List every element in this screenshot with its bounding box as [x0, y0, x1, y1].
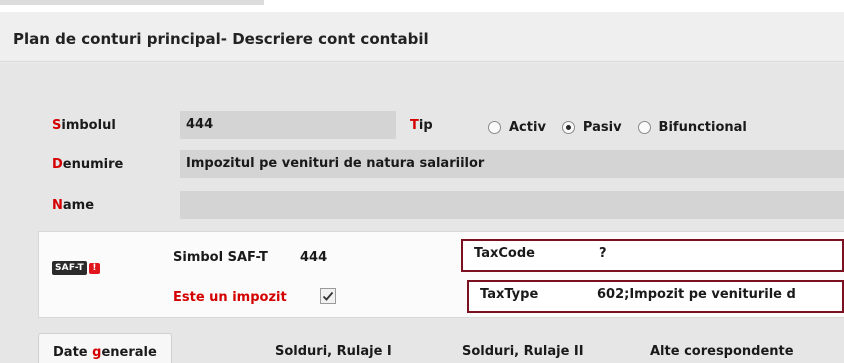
- tab-date-generale-post: enerale: [101, 345, 157, 360]
- taxtype-label: TaxType: [480, 287, 539, 302]
- este-impozit-checkbox[interactable]: [320, 288, 336, 304]
- name-label: Name: [52, 198, 94, 213]
- simbolul-label-rest: imbolul: [61, 118, 116, 133]
- taxcode-value: ?: [599, 246, 607, 261]
- name-label-rest: ame: [62, 198, 95, 213]
- tab-solduri-rulaje-1[interactable]: Solduri, Rulaje I: [275, 333, 392, 363]
- tab-solduri-rulaje-1-label: Solduri, Rulaje I: [275, 344, 392, 359]
- tab-alte-corespondente[interactable]: Alte corespondente: [650, 333, 794, 363]
- name-input[interactable]: [180, 191, 844, 219]
- tab-solduri-rulaje-2-label: Solduri, Rulaje II: [462, 344, 584, 359]
- tab-solduri-rulaje-2[interactable]: Solduri, Rulaje II: [462, 333, 584, 363]
- denumire-label-rest: enumire: [62, 157, 124, 172]
- radio-bifunctional-icon: [637, 120, 651, 134]
- window-title-bar: Plan de conturi principal- Descriere con…: [0, 12, 844, 62]
- radio-pasiv-label: Pasiv: [582, 119, 622, 135]
- simbol-saft-value: 444: [300, 250, 328, 265]
- saft-warning-icon: !: [88, 262, 100, 274]
- tip-radio-group: Activ Pasiv Bifunctional: [488, 117, 763, 137]
- saft-logo-text: SAF-T: [52, 261, 87, 275]
- taxcode-field[interactable]: TaxCode ?: [461, 239, 844, 272]
- window-title: Plan de conturi principal- Descriere con…: [13, 30, 429, 48]
- tab-date-generale-pre: Date: [53, 345, 93, 360]
- tip-label: Tip: [410, 118, 433, 133]
- simbol-saft-label: Simbol SAF-T: [173, 250, 268, 265]
- este-impozit-label: Este un impozit: [173, 290, 287, 305]
- tab-date-generale[interactable]: Date generale: [38, 333, 172, 363]
- taxcode-label: TaxCode: [474, 246, 535, 261]
- saft-logo: SAF-T!: [52, 261, 100, 275]
- top-strip: [0, 0, 844, 12]
- tab-alte-corespondente-label: Alte corespondente: [650, 344, 794, 359]
- simbolul-label: Simbolul: [52, 118, 116, 133]
- name-label-accent: N: [52, 198, 63, 213]
- radio-activ[interactable]: Activ: [488, 120, 546, 135]
- radio-bifunctional-label: Bifunctional: [658, 119, 747, 135]
- taxtype-field[interactable]: TaxType 602;Impozit pe veniturile d: [467, 280, 844, 313]
- previous-tab-edge: [0, 0, 264, 5]
- tip-label-accent: T: [410, 118, 419, 133]
- checkmark-icon: [322, 291, 334, 301]
- simbolul-input[interactable]: 444: [180, 111, 396, 139]
- radio-pasiv-icon: [561, 120, 575, 134]
- denumire-label-accent: D: [52, 157, 63, 172]
- radio-bifunctional[interactable]: Bifunctional: [637, 119, 747, 135]
- taxtype-value: 602;Impozit pe veniturile d: [597, 287, 796, 302]
- radio-activ-icon: [488, 120, 501, 134]
- radio-activ-label: Activ: [509, 119, 546, 135]
- radio-pasiv[interactable]: Pasiv: [561, 119, 622, 135]
- tab-bar: Date generale Solduri, Rulaje I Solduri,…: [0, 333, 844, 363]
- simbolul-label-accent: S: [52, 118, 62, 133]
- tip-label-rest: ip: [418, 118, 433, 133]
- denumire-label: Denumire: [52, 157, 123, 172]
- denumire-input[interactable]: Impozitul pe venituri de natura salariil…: [180, 150, 844, 178]
